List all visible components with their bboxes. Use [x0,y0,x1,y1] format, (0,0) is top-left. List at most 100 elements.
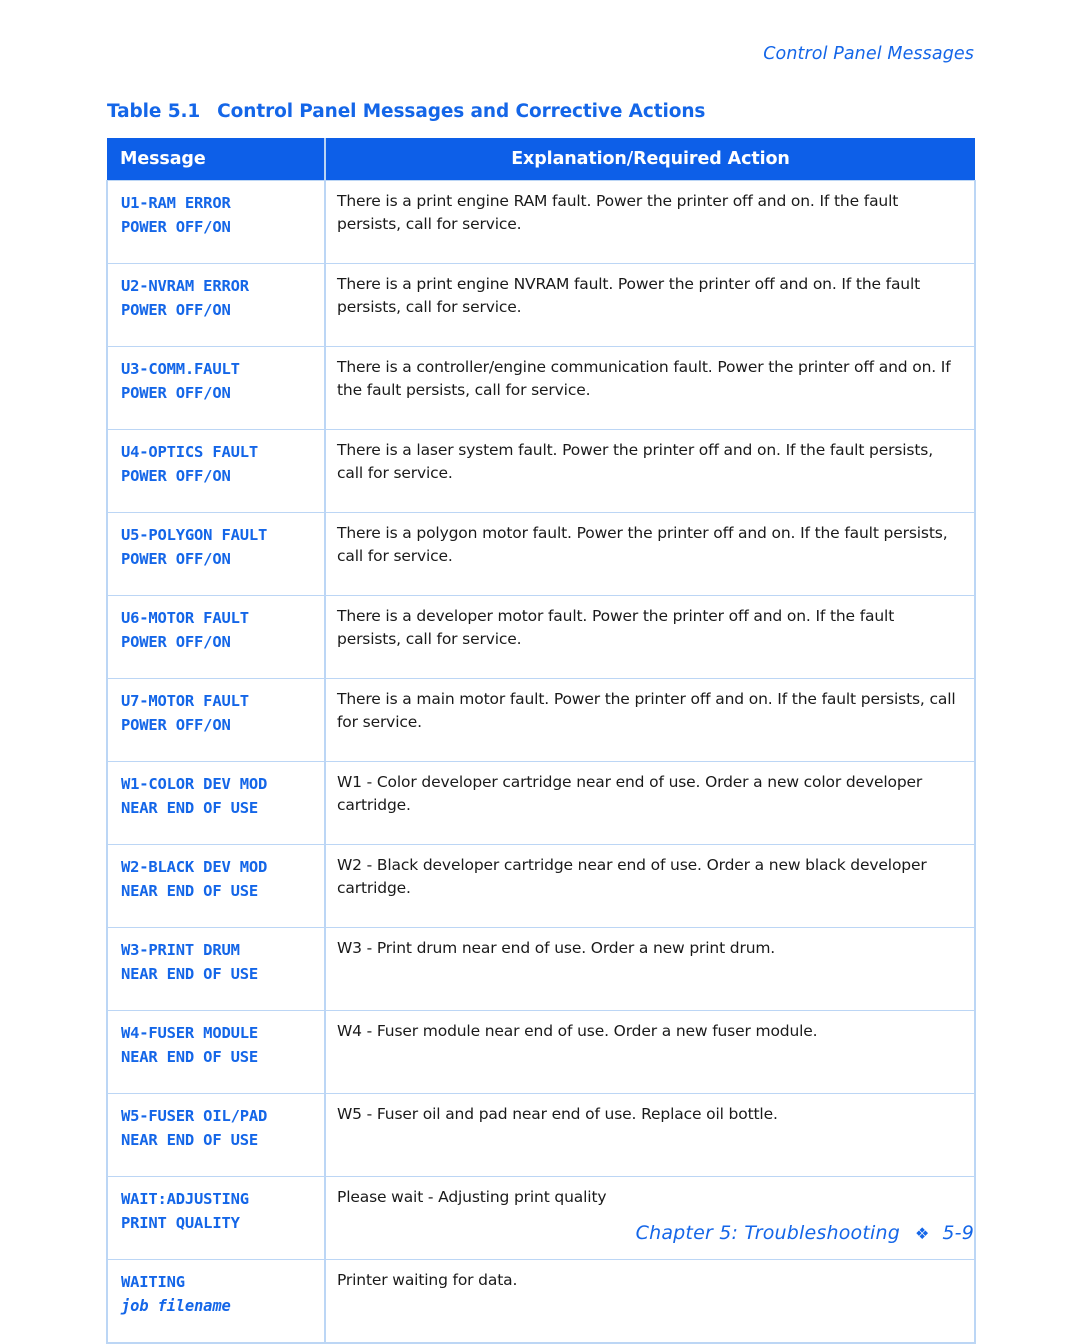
explanation-cell: There is a developer motor fault. Power … [324,595,976,679]
message-cell: WAIT:ADJUSTING PRINT QUALITY [106,1176,326,1260]
explanation-text: There is a developer motor fault. Power … [337,607,895,648]
document-page: Control Panel Messages Table 5.1 Control … [0,0,1080,1344]
table-header: Message Explanation/Required Action [107,138,975,181]
explanation-text: There is a print engine NVRAM fault. Pow… [337,275,921,316]
diamond-icon: ❖ [915,1224,930,1243]
message-line-1: U5-POLYGON FAULT [121,526,268,544]
message-cell: U2-NVRAM ERROR POWER OFF/ON [106,263,326,347]
message-line-2: NEAR END OF USE [121,1131,258,1149]
message-line-2: NEAR END OF USE [121,965,258,983]
message-cell: U6-MOTOR FAULT POWER OFF/ON [106,595,326,679]
column-header-explanation: Explanation/Required Action [325,138,975,181]
message-line-2: POWER OFF/ON [121,384,231,402]
column-header-message: Message [107,138,326,181]
message-cell: W1-COLOR DEV MOD NEAR END OF USE [106,761,326,845]
table-row: U5-POLYGON FAULT POWER OFF/ON There is a p… [106,512,976,596]
explanation-text: W1 - Color developer cartridge near end … [337,773,923,814]
table-row: W1-COLOR DEV MOD NEAR END OF USE W1 - Colo… [106,761,976,845]
message-cell: W2-BLACK DEV MOD NEAR END OF USE [106,844,326,928]
message-cell: W4-FUSER MODULE NEAR END OF USE [106,1010,326,1094]
explanation-cell: W1 - Color developer cartridge near end … [324,761,976,845]
table-body: U1-RAM ERROR POWER OFF/ON There is a print… [106,180,976,1344]
explanation-cell: W4 - Fuser module near end of use. Order… [324,1010,976,1094]
message-cell: U7-MOTOR FAULT POWER OFF/ON [106,678,326,762]
message-line-1: W1-COLOR DEV MOD [121,775,268,793]
message-line-2: POWER OFF/ON [121,633,231,651]
running-head: Control Panel Messages [763,44,974,64]
explanation-text: W2 - Black developer cartridge near end … [337,856,927,897]
message-line-2: job filename [121,1297,231,1315]
explanation-cell: There is a print engine NVRAM fault. Pow… [324,263,976,347]
explanation-cell: Please wait - Adjusting print quality [324,1176,976,1260]
message-line-2: POWER OFF/ON [121,716,231,734]
explanation-cell: There is a main motor fault. Power the p… [324,678,976,762]
explanation-text: W5 - Fuser oil and pad near end of use. … [337,1105,778,1123]
footer-page-number: 5-9 [942,1222,974,1244]
message-line-2: POWER OFF/ON [121,467,231,485]
messages-table: Message Explanation/Required Action U1-R… [106,138,976,1344]
message-line-2: NEAR END OF USE [121,799,258,817]
explanation-text: W3 - Print drum near end of use. Order a… [337,939,776,957]
message-line-1: U4-OPTICS FAULT [121,443,258,461]
message-cell: W3-PRINT DRUM NEAR END OF USE [106,927,326,1011]
table-row: U1-RAM ERROR POWER OFF/ON There is a print… [106,180,976,264]
table-caption: Table 5.1 Control Panel Messages and Corr… [107,101,705,122]
message-line-2: NEAR END OF USE [121,1048,258,1066]
message-line-1: W2-BLACK DEV MOD [121,858,268,876]
table-row: W3-PRINT DRUM NEAR END OF USE W3 - Print d… [106,927,976,1011]
message-cell: WAITING job filename [106,1259,326,1344]
message-line-1: W3-PRINT DRUM [121,941,240,959]
table-row: U4-OPTICS FAULT POWER OFF/ON There is a la… [106,429,976,513]
message-line-1: U1-RAM ERROR [121,194,231,212]
table-caption-title: Control Panel Messages and Corrective Ac… [217,101,706,122]
message-line-1: U7-MOTOR FAULT [121,692,249,710]
explanation-text: Printer waiting for data. [337,1271,518,1289]
page-footer: Chapter 5: Troubleshooting ❖ 5-9 [636,1222,974,1244]
explanation-text: There is a polygon motor fault. Power th… [337,524,948,565]
explanation-cell: Printer waiting for data. [324,1259,976,1344]
message-line-1: U6-MOTOR FAULT [121,609,249,627]
control-panel-messages-table: Message Explanation/Required Action U1-R… [106,138,976,1344]
explanation-cell: There is a polygon motor fault. Power th… [324,512,976,596]
explanation-text: Please wait - Adjusting print quality [337,1188,607,1206]
message-cell: W5-FUSER OIL/PAD NEAR END OF USE [106,1093,326,1177]
table-row: W5-FUSER OIL/PAD NEAR END OF USE W5 - Fuse… [106,1093,976,1177]
message-cell: U5-POLYGON FAULT POWER OFF/ON [106,512,326,596]
explanation-text: There is a controller/engine communicati… [337,358,951,399]
message-cell: U1-RAM ERROR POWER OFF/ON [106,180,326,264]
explanation-cell: W2 - Black developer cartridge near end … [324,844,976,928]
table-row: U2-NVRAM ERROR POWER OFF/ON There is a pri… [106,263,976,347]
explanation-cell: There is a controller/engine communicati… [324,346,976,430]
message-cell: U3-COMM.FAULT POWER OFF/ON [106,346,326,430]
message-line-2: PRINT QUALITY [121,1214,240,1232]
message-cell: U4-OPTICS FAULT POWER OFF/ON [106,429,326,513]
message-line-1: W4-FUSER MODULE [121,1024,258,1042]
table-row: U7-MOTOR FAULT POWER OFF/ON There is a mai… [106,678,976,762]
message-line-2: POWER OFF/ON [121,550,231,568]
explanation-text: There is a laser system fault. Power the… [337,441,933,482]
message-line-2: POWER OFF/ON [121,301,231,319]
footer-chapter-label: Chapter 5: Troubleshooting [635,1222,901,1244]
explanation-cell: W3 - Print drum near end of use. Order a… [324,927,976,1011]
table-row: U3-COMM.FAULT POWER OFF/ON There is a cont… [106,346,976,430]
explanation-cell: There is a print engine RAM fault. Power… [324,180,976,264]
table-header-row: Message Explanation/Required Action [107,138,975,181]
table-row: WAIT:ADJUSTING PRINT QUALITY Please wait -… [106,1176,976,1260]
message-line-1: U2-NVRAM ERROR [121,277,249,295]
table-row: W2-BLACK DEV MOD NEAR END OF USE W2 - Blac… [106,844,976,928]
message-line-1: W5-FUSER OIL/PAD [121,1107,268,1125]
table-row: WAITING job filename Printer waiting for d… [106,1259,976,1344]
message-line-1: WAIT:ADJUSTING [121,1190,249,1208]
explanation-text: W4 - Fuser module near end of use. Order… [337,1022,818,1040]
table-row: W4-FUSER MODULE NEAR END OF USE W4 - Fuser… [106,1010,976,1094]
explanation-text: There is a print engine RAM fault. Power… [337,192,899,233]
message-line-2: POWER OFF/ON [121,218,231,236]
explanation-cell: There is a laser system fault. Power the… [324,429,976,513]
table-caption-number: Table 5.1 [107,101,201,122]
explanation-text: There is a main motor fault. Power the p… [337,690,956,731]
message-line-1: U3-COMM.FAULT [121,360,240,378]
table-row: U6-MOTOR FAULT POWER OFF/ON There is a dev… [106,595,976,679]
message-line-2: NEAR END OF USE [121,882,258,900]
message-line-1: WAITING [121,1273,185,1291]
explanation-cell: W5 - Fuser oil and pad near end of use. … [324,1093,976,1177]
